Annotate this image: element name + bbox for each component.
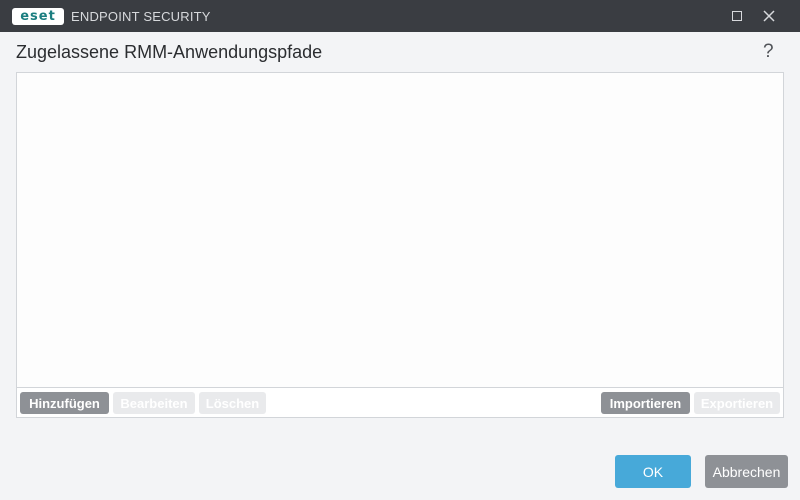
delete-button[interactable]: Löschen: [199, 392, 266, 414]
paths-list[interactable]: [17, 73, 783, 387]
title-bar: eset ENDPOINT SECURITY: [0, 0, 800, 32]
eset-logo: eset: [12, 8, 64, 25]
ok-button[interactable]: OK: [615, 455, 691, 488]
page-title: Zugelassene RMM-Anwendungspfade: [16, 42, 323, 62]
maximize-icon: [732, 11, 742, 21]
close-button[interactable]: [753, 0, 785, 32]
import-button[interactable]: Importieren: [601, 392, 690, 414]
product-name: ENDPOINT SECURITY: [71, 9, 211, 24]
close-icon: [763, 10, 775, 22]
edit-button[interactable]: Bearbeiten: [113, 392, 195, 414]
paths-list-panel: Hinzufügen Bearbeiten Löschen Importiere…: [16, 72, 784, 418]
maximize-button[interactable]: [721, 0, 753, 32]
add-button[interactable]: Hinzufügen: [20, 392, 109, 414]
help-icon[interactable]: ?: [763, 41, 774, 63]
list-toolbar: Hinzufügen Bearbeiten Löschen Importiere…: [17, 387, 783, 417]
cancel-button[interactable]: Abbrechen: [705, 455, 788, 488]
export-button[interactable]: Exportieren: [694, 392, 780, 414]
